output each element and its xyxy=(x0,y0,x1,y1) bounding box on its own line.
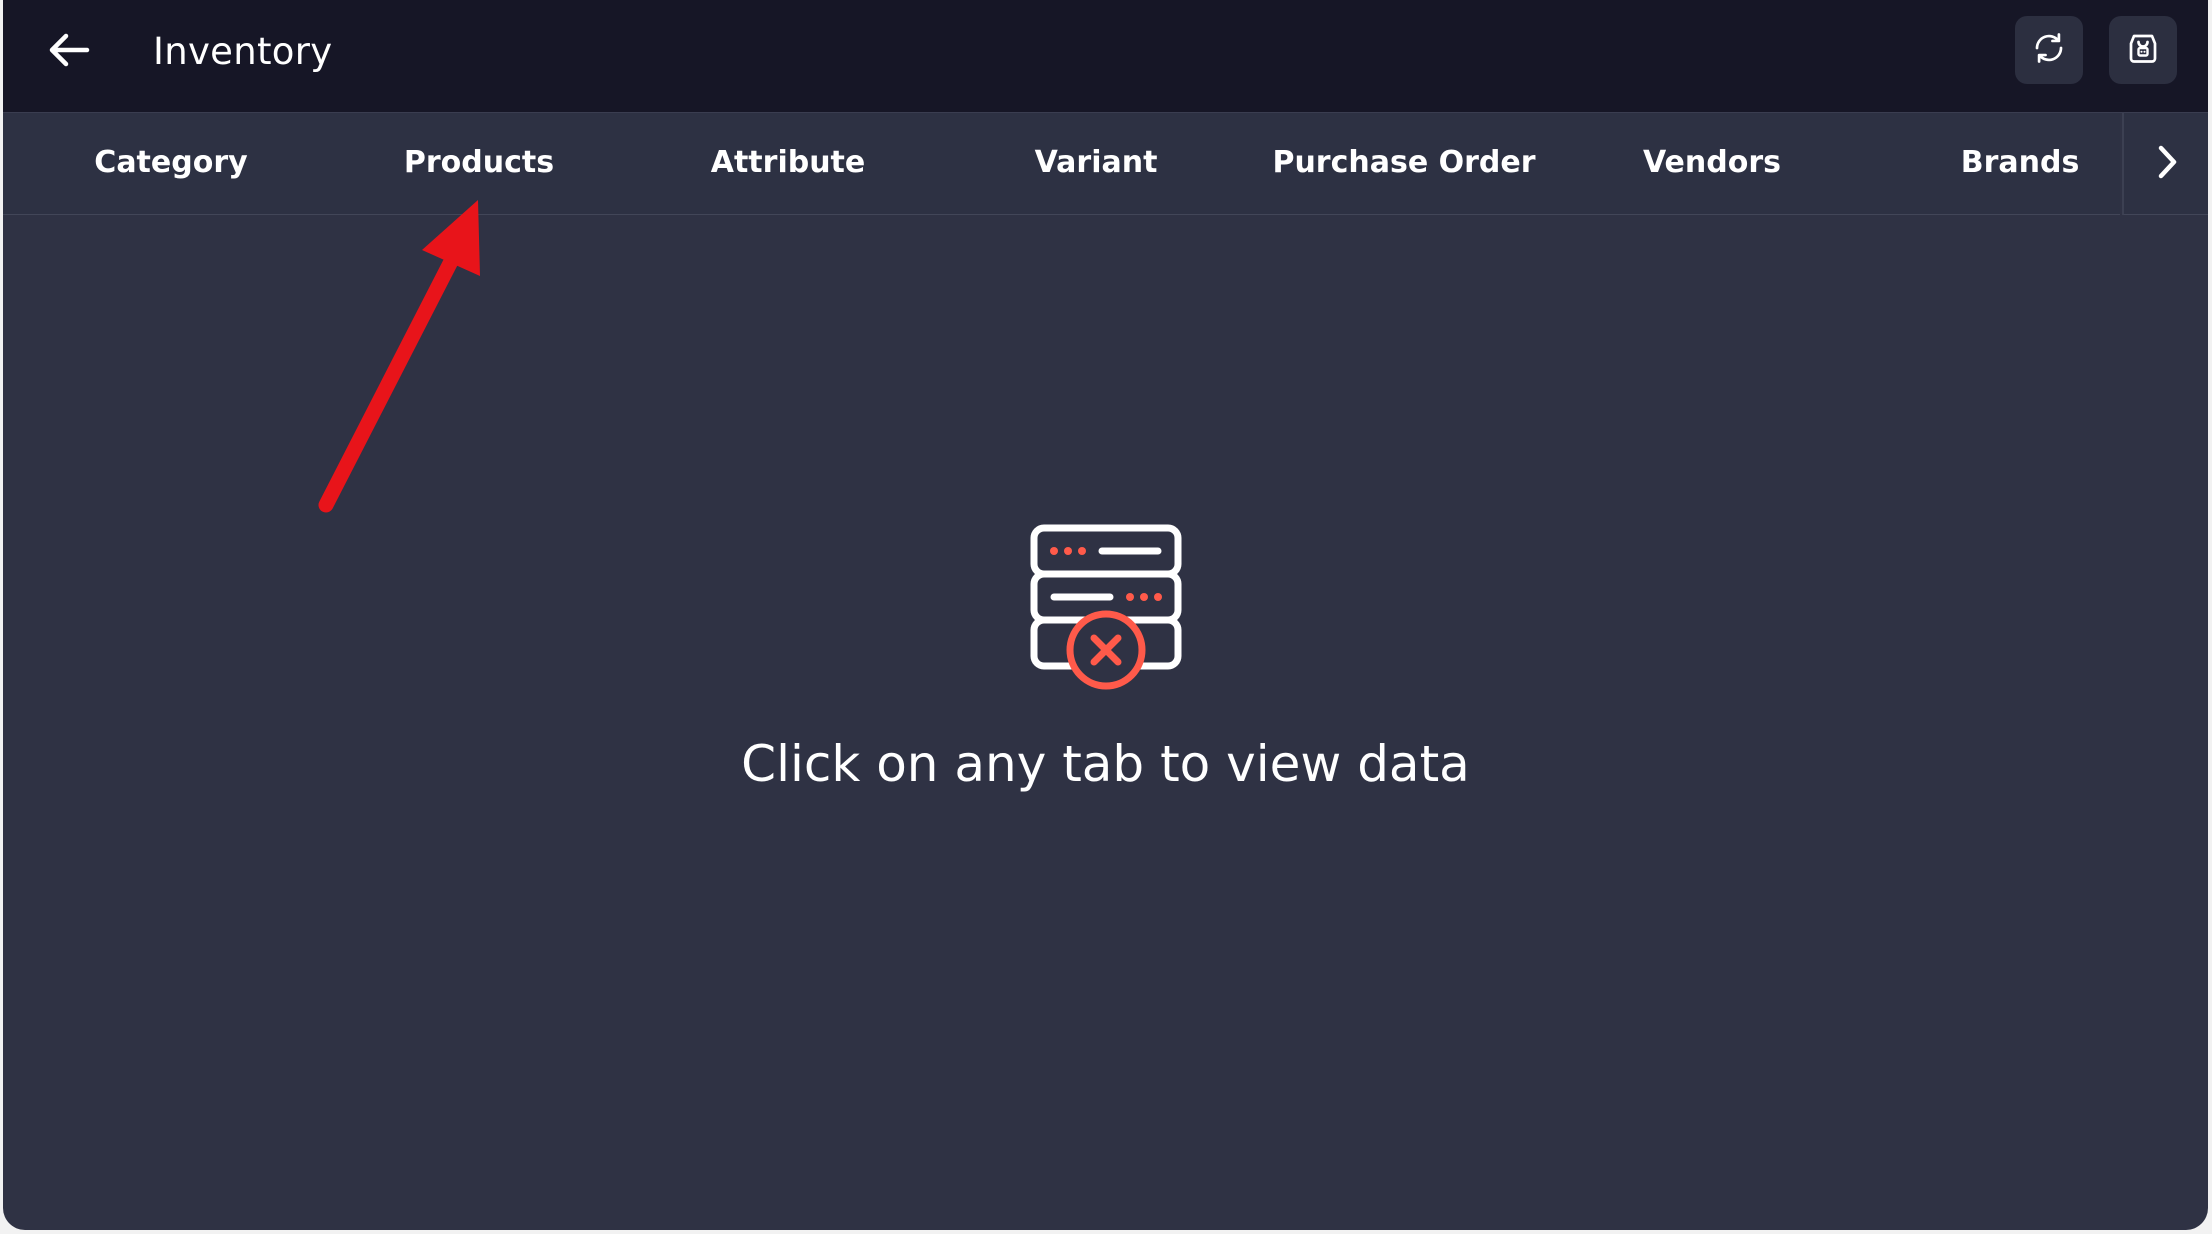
back-button[interactable] xyxy=(41,24,97,80)
tab-vendors[interactable]: Vendors xyxy=(1562,113,1862,213)
tab-variant[interactable]: Variant xyxy=(946,113,1246,213)
empty-state: Click on any tab to view data xyxy=(3,520,2208,793)
tab-products[interactable]: Products xyxy=(329,113,629,213)
tab-bar: Category Products Attribute Variant Purc… xyxy=(3,113,2120,215)
refresh-icon xyxy=(2031,30,2067,70)
tab-attribute[interactable]: Attribute xyxy=(638,113,938,213)
app-window: Inventory Category Products Attribute Va… xyxy=(3,0,2208,1230)
tab-scroll-next-button[interactable] xyxy=(2122,113,2208,215)
top-bar: Inventory xyxy=(3,0,2208,113)
store-icon xyxy=(2125,30,2161,70)
chevron-right-icon xyxy=(2152,142,2182,186)
empty-state-message: Click on any tab to view data xyxy=(741,735,1470,793)
refresh-button[interactable] xyxy=(2015,16,2083,84)
tab-category[interactable]: Category xyxy=(21,113,321,213)
tab-purchase-order[interactable]: Purchase Order xyxy=(1254,113,1554,213)
page-title: Inventory xyxy=(153,30,333,73)
arrow-left-icon xyxy=(47,32,91,72)
store-button[interactable] xyxy=(2109,16,2177,84)
server-error-icon xyxy=(1026,520,1186,700)
